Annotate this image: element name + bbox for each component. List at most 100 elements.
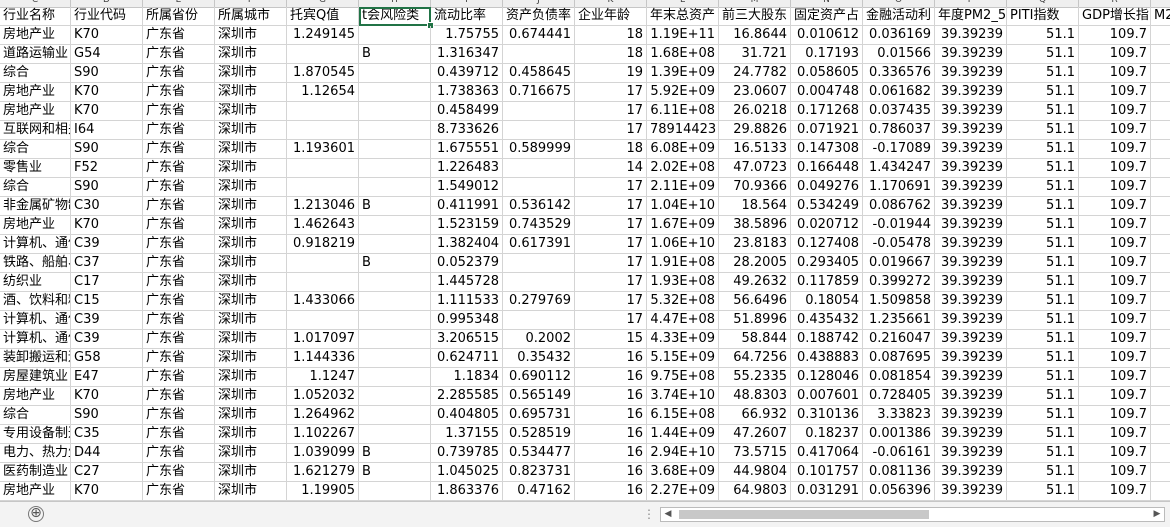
table-cell[interactable] [1151,368,1170,387]
table-cell[interactable]: 1.462643 [287,216,359,235]
table-cell[interactable]: 广东省 [143,349,215,368]
table-cell[interactable]: 0.019667 [863,254,935,273]
table-cell[interactable]: 51.1 [1007,140,1079,159]
table-cell[interactable]: 16 [575,463,647,482]
table-cell[interactable]: 0.049276 [791,178,863,197]
table-cell[interactable] [1151,26,1170,45]
table-cell[interactable]: 109.7 [1079,368,1151,387]
table-cell[interactable]: 70.9366 [719,178,791,197]
table-cell[interactable]: K70 [71,482,143,501]
table-cell[interactable]: -0.06161 [863,444,935,463]
table-cell[interactable]: 广东省 [143,273,215,292]
table-cell[interactable]: 3.74E+10 [647,387,719,406]
column-letter-O[interactable]: O [863,0,935,7]
table-cell[interactable]: 0.589999 [503,140,575,159]
table-cell[interactable]: 0.127408 [791,235,863,254]
table-cell[interactable]: 综合 [0,140,71,159]
column-letter-H[interactable]: H [359,0,431,7]
table-cell[interactable] [287,311,359,330]
table-cell[interactable]: 3.68E+09 [647,463,719,482]
table-cell[interactable]: 109.7 [1079,311,1151,330]
table-cell[interactable] [359,425,431,444]
table-cell[interactable]: 0.061682 [863,83,935,102]
table-cell[interactable]: 23.0607 [719,83,791,102]
table-cell[interactable] [359,482,431,501]
table-cell[interactable] [359,159,431,178]
table-cell[interactable]: 51.1 [1007,311,1079,330]
table-cell[interactable]: 1.04E+10 [647,197,719,216]
table-cell[interactable]: 0.528519 [503,425,575,444]
table-cell[interactable]: 0.036169 [863,26,935,45]
header-cell[interactable]: 所属城市 [215,7,287,26]
table-cell[interactable]: 109.7 [1079,387,1151,406]
table-cell[interactable] [1151,235,1170,254]
table-cell[interactable]: 3.206515 [431,330,503,349]
table-cell[interactable]: 计算机、通信和其他电子设备制造业 [0,330,71,349]
table-cell[interactable]: K70 [71,83,143,102]
column-letter-C[interactable]: C [0,0,71,7]
table-cell[interactable]: 广东省 [143,235,215,254]
table-cell[interactable]: 0.739785 [431,444,503,463]
table-cell[interactable]: 纺织业 [0,273,71,292]
table-cell[interactable]: 0.918219 [287,235,359,254]
column-letter-F[interactable]: F [215,0,287,7]
table-cell[interactable]: 深圳市 [215,178,287,197]
header-cell[interactable]: PITI指数 [1007,7,1079,26]
table-cell[interactable]: 0.411991 [431,197,503,216]
table-cell[interactable]: 58.844 [719,330,791,349]
table-cell[interactable]: 17 [575,197,647,216]
table-cell[interactable]: 17 [575,235,647,254]
horizontal-scrollbar[interactable]: ◀ ▶ [660,507,1165,522]
table-cell[interactable]: 109.7 [1079,482,1151,501]
table-cell[interactable] [1151,83,1170,102]
table-cell[interactable] [359,406,431,425]
table-cell[interactable] [1151,330,1170,349]
table-cell[interactable]: 1.249145 [287,26,359,45]
table-cell[interactable]: 深圳市 [215,26,287,45]
table-cell[interactable]: 39.39239 [935,482,1007,501]
table-cell[interactable]: 18 [575,45,647,64]
table-cell[interactable]: -0.17089 [863,140,935,159]
table-cell[interactable]: 56.6496 [719,292,791,311]
table-cell[interactable]: 深圳市 [215,368,287,387]
table-cell[interactable]: 19 [575,64,647,83]
table-cell[interactable]: 0.438883 [791,349,863,368]
table-cell[interactable]: 广东省 [143,216,215,235]
table-cell[interactable]: 广东省 [143,482,215,501]
table-cell[interactable] [1151,45,1170,64]
table-cell[interactable] [359,121,431,140]
table-cell[interactable]: C39 [71,330,143,349]
table-cell[interactable]: 1.738363 [431,83,503,102]
table-cell[interactable] [1151,463,1170,482]
table-cell[interactable] [359,64,431,83]
table-cell[interactable]: 39.39239 [935,254,1007,273]
add-sheet-icon[interactable]: ⊕ [28,506,44,522]
column-letter-L[interactable]: L [647,0,719,7]
table-cell[interactable]: 医药制造业 [0,463,71,482]
table-cell[interactable]: 0.056396 [863,482,935,501]
table-cell[interactable]: 24.7782 [719,64,791,83]
table-cell[interactable]: 17 [575,216,647,235]
table-cell[interactable]: 17 [575,292,647,311]
table-cell[interactable]: K70 [71,387,143,406]
table-cell[interactable]: 39.39239 [935,463,1007,482]
table-cell[interactable]: 109.7 [1079,26,1151,45]
table-cell[interactable] [359,178,431,197]
table-cell[interactable]: 109.7 [1079,102,1151,121]
table-cell[interactable]: 39.39239 [935,444,1007,463]
table-cell[interactable]: 深圳市 [215,45,287,64]
column-letter-K[interactable]: K [575,0,647,7]
table-cell[interactable] [1151,216,1170,235]
table-cell[interactable]: K70 [71,26,143,45]
column-letter-M[interactable]: M [719,0,791,7]
table-cell[interactable]: 39.39239 [935,216,1007,235]
table-cell[interactable] [287,159,359,178]
table-cell[interactable]: 广东省 [143,387,215,406]
table-cell[interactable]: 1.523159 [431,216,503,235]
table-cell[interactable]: 8.733626 [431,121,503,140]
table-cell[interactable]: C35 [71,425,143,444]
table-cell[interactable]: 1.509858 [863,292,935,311]
table-cell[interactable]: 深圳市 [215,292,287,311]
table-cell[interactable]: 1.675551 [431,140,503,159]
table-cell[interactable]: S90 [71,406,143,425]
